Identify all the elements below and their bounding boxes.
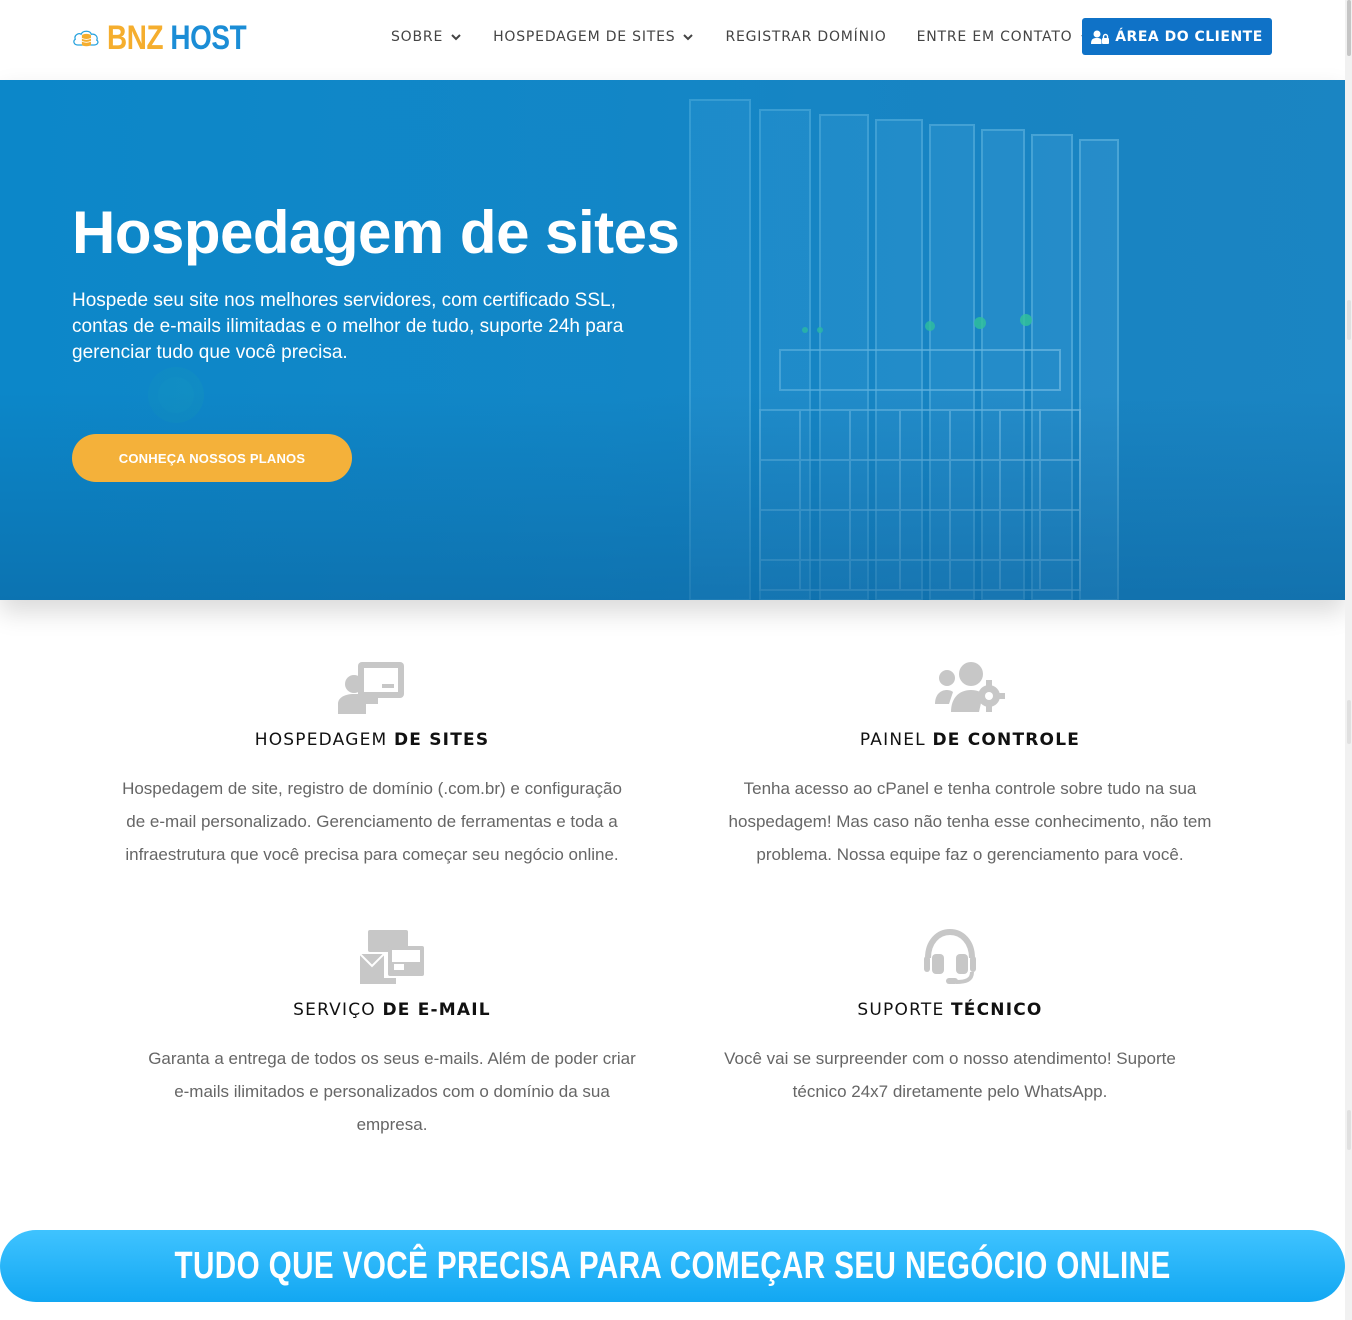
nav-item-label: SOBRE [391,29,444,45]
feature-title-light: HOSPEDAGEM [254,730,394,750]
nav-item-hospedagem[interactable]: HOSPEDAGEM DE SITES [493,29,695,45]
hero-section: Hospedagem de sites Hospede seu site nos… [0,80,1345,600]
feature-title-light: SUPORTE [857,1000,951,1020]
page-scrollbar[interactable] [1345,0,1352,1320]
feature-suporte: SUPORTE TÉCNICO Você vai se surpreender … [670,926,1230,1146]
brand-name-part2: HOST [170,18,247,57]
chevron-down-icon [683,34,694,41]
banner-text: TUDO QUE VOCÊ PRECISA PARA COMEÇAR SEU N… [174,1244,1171,1287]
chevron-down-icon [451,34,461,41]
scrollbar-marker [1347,300,1351,340]
feature-description: Tenha acesso ao cPanel e tenha controle … [728,779,1212,864]
plans-cta-button[interactable]: CONHEÇA NOSSOS PLANOS [72,434,352,482]
hero-subtitle: Hospede seu site nos melhores servidores… [72,290,624,363]
scrollbar-marker [1347,1110,1351,1150]
brand-logo[interactable]: BNZ HOST [72,14,277,62]
headset-icon [924,928,976,984]
feature-title-bold: DE SITES [394,730,490,750]
feature-description: Você vai se surpreender com o nosso aten… [724,1049,1176,1101]
scrollbar-thumb[interactable] [1347,0,1351,56]
feature-title-bold: DE E-MAIL [382,1000,491,1020]
client-area-label: ÁREA DO CLIENTE [1115,28,1263,45]
feature-description: Garanta a entrega de todos os seus e-mai… [148,1049,636,1134]
cloud-database-icon [73,30,99,47]
feature-title-light: SERVIÇO [293,1000,383,1020]
feature-title-bold: DE CONTROLE [932,730,1081,750]
hero-title: Hospedagem de sites [72,199,680,266]
nav-item-registrar-dominio[interactable]: REGISTRAR DOMÍNIO [725,29,886,45]
main-nav: SOBRE HOSPEDAGEM DE SITES REGISTRAR DOMÍ… [391,26,1123,48]
nav-item-label: HOSPEDAGEM DE SITES [493,29,676,45]
feature-description: Hospedagem de site, registro de domínio … [122,779,622,864]
client-area-button[interactable]: ÁREA DO CLIENTE [1082,18,1272,55]
mail-bulk-icon [360,930,424,984]
feature-title-bold: TÉCNICO [951,1000,1043,1020]
nav-item-label: REGISTRAR DOMÍNIO [725,29,887,45]
feature-email: SERVIÇO DE E-MAIL Garanta a entrega de t… [112,926,672,1146]
user-lock-icon [1091,30,1110,44]
scrollbar-marker [1347,700,1351,744]
feature-title-light: PAINEL [859,730,933,750]
presentation-icon [338,662,404,714]
site-header: BNZ HOST SOBRE HOSPEDAGEM DE SITES REGIS… [0,0,1345,80]
nav-item-label: ENTRE EM CONTATO [916,29,1073,45]
cta-banner: TUDO QUE VOCÊ PRECISA PARA COMEÇAR SEU N… [0,1230,1345,1302]
feature-painel: PAINEL DE CONTROLE Tenha acesso ao cPane… [690,656,1250,876]
nav-item-contato[interactable]: ENTRE EM CONTATO [917,29,1093,45]
users-cog-icon [935,662,1005,712]
nav-item-sobre[interactable]: SOBRE [391,29,463,45]
brand-name-part1: BNZ [107,18,164,57]
feature-hospedagem: HOSPEDAGEM DE SITES Hospedagem de site, … [92,656,652,876]
